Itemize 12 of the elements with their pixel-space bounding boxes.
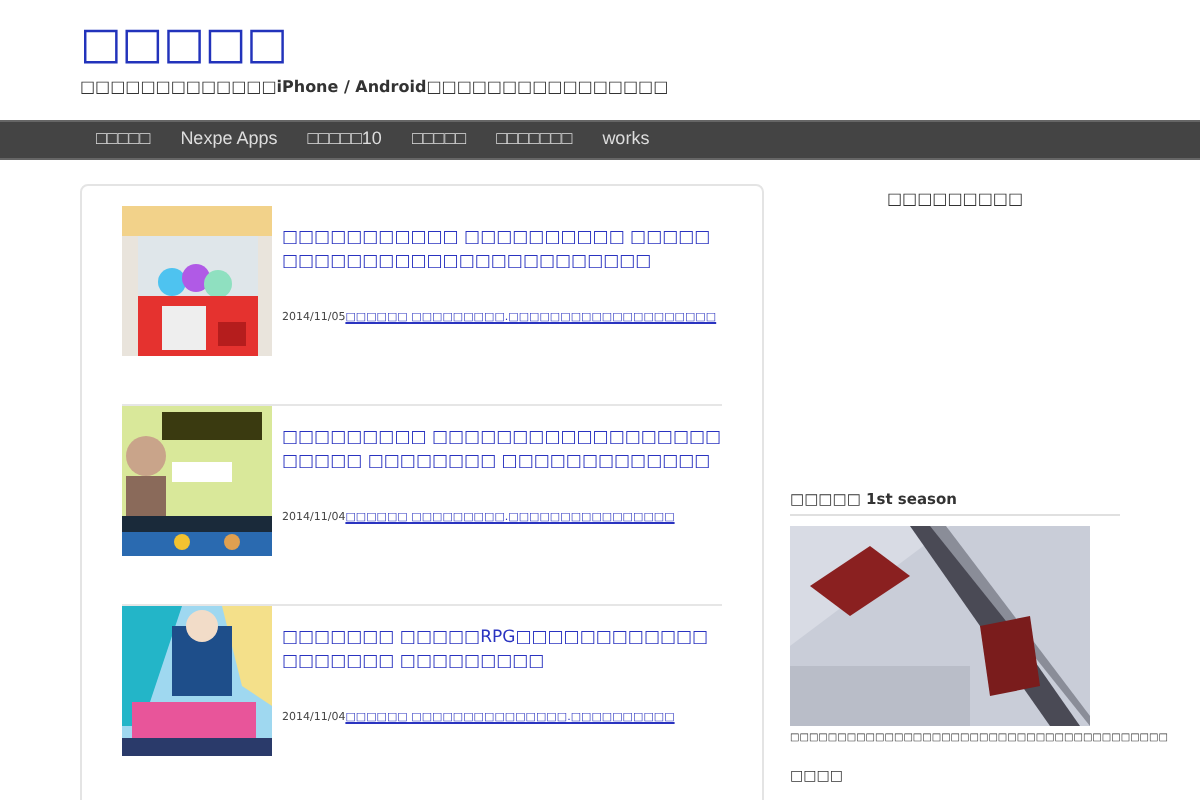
site-title[interactable]: □□□□□ (80, 20, 1120, 72)
nav-link[interactable]: □□□□□ (96, 126, 151, 154)
nav-link[interactable]: □□□□□10 (307, 126, 382, 154)
site-tagline: □□□□□□□□□□□□□iPhone / Android□□□□□□□□□□□□□□□□ (80, 76, 671, 100)
post-title[interactable]: □□□□□□□□□ □□□□□□□□□□□□□□□□□□□□□□□ □□□□□□□□ □□□□□□□□□□□□□ (282, 426, 722, 474)
post-title[interactable]: □□□□□□□□□□□ □□□□□□□□□□ □□□□□□□□□□□□□□□□□□□□□□□□□□□□ (282, 226, 722, 274)
nav-link[interactable]: works (602, 126, 650, 154)
nav-link[interactable]: □□□□□ (411, 126, 467, 154)
nav-link[interactable]: □□□□□□□ (496, 126, 573, 154)
nav-link[interactable]: Nexpe Apps (180, 126, 278, 154)
widget-heading: □□□□□□□□□ (884, 188, 1026, 212)
post-title[interactable]: □□□□□□□ □□□□□RPG□□□□□□□□□□□□□□□□□□□ □□□□□□□□□ (282, 626, 722, 674)
